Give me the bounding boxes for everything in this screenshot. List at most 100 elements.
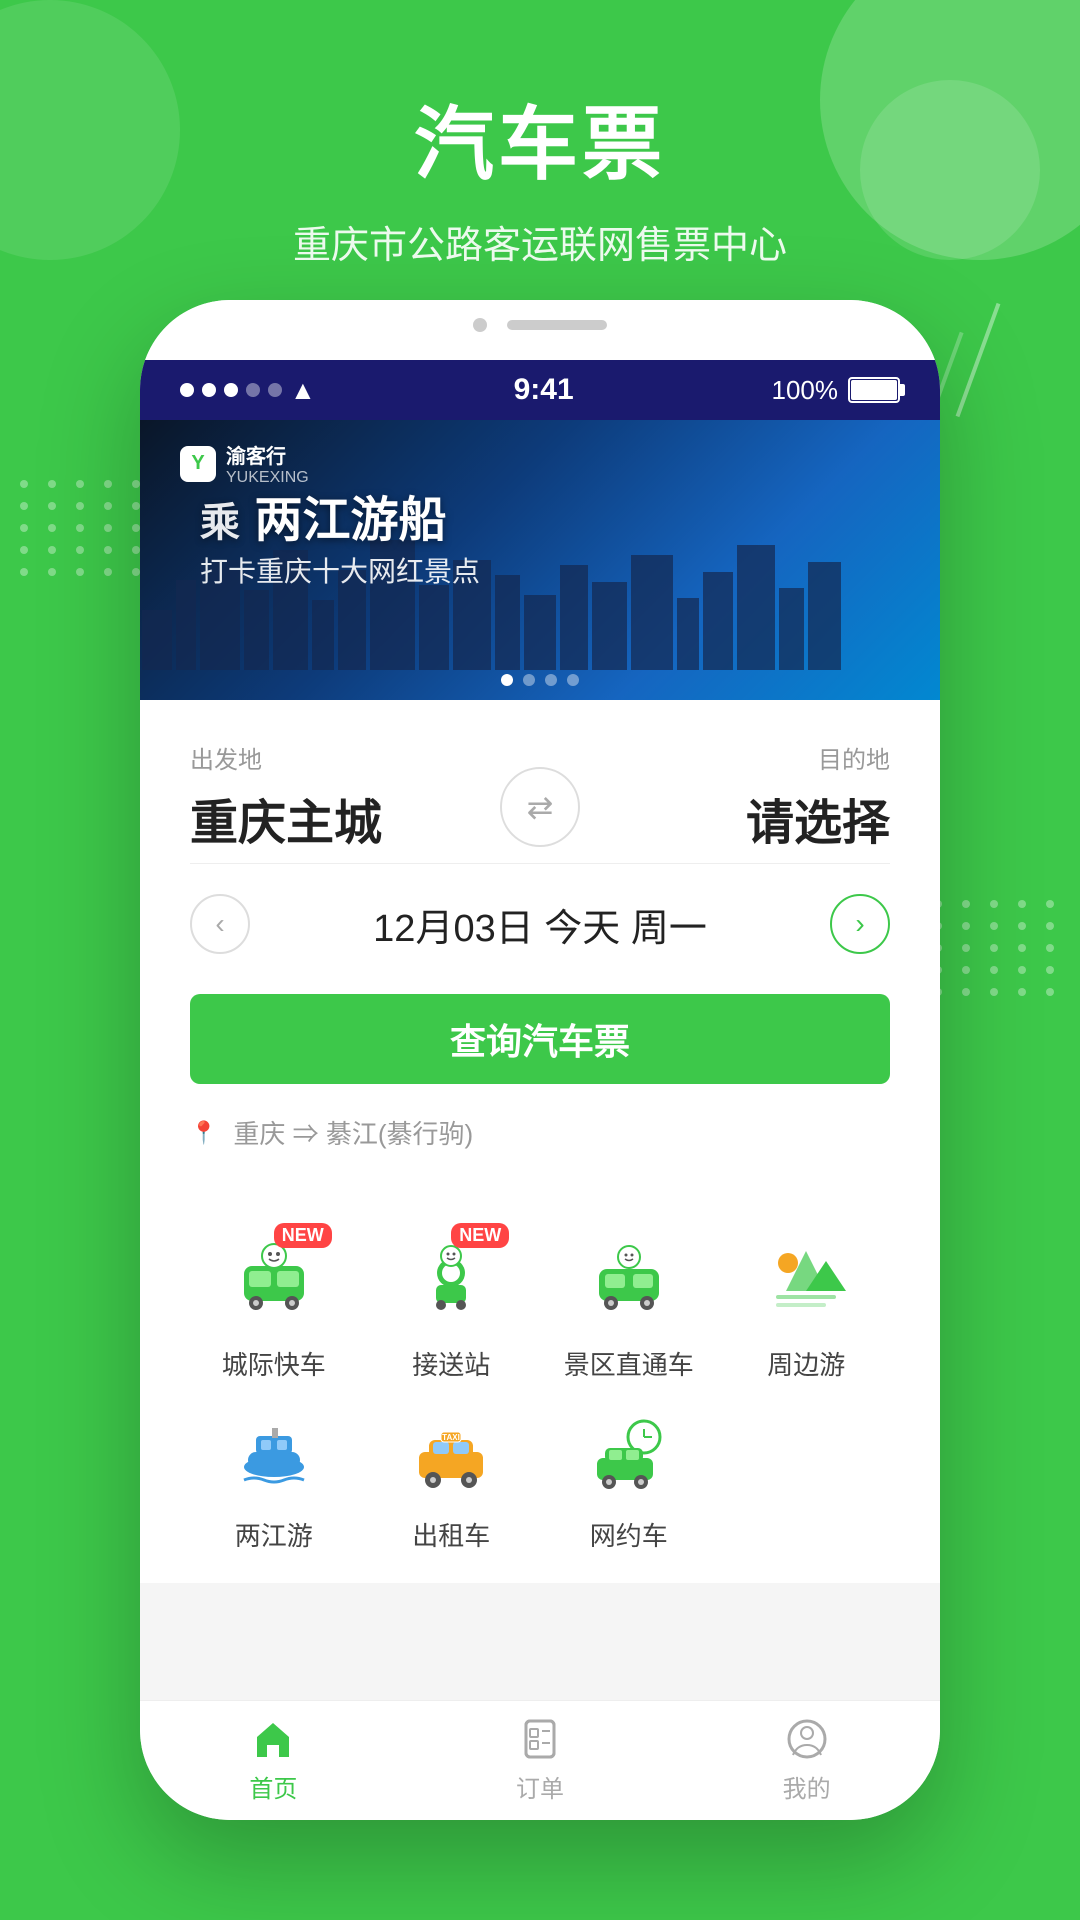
phone-notch	[140, 300, 940, 360]
scenic-icon-wrap	[579, 1231, 679, 1331]
recent-route-text: 重庆 ⇒ 綦江(綦行驹)	[233, 1114, 473, 1151]
battery-percent: 100%	[772, 375, 839, 406]
empty-slot	[723, 1402, 891, 1553]
to-city: 请选择	[600, 783, 890, 853]
header: 汽车票 重庆市公路客运联网售票中心	[0, 80, 1080, 269]
banner-title: 乘 乘 两江游船 两江游船	[200, 480, 446, 550]
wifi-icon: ▲	[290, 375, 316, 406]
route-selector: 出发地 重庆主城 ⇄ 目的地 请选择	[190, 740, 890, 853]
intercity-label: 城际快车	[222, 1345, 326, 1382]
battery-icon	[848, 377, 900, 403]
service-boat[interactable]: 两江游	[190, 1402, 358, 1553]
tour-icon-wrap	[756, 1231, 856, 1331]
boat-icon-wrap	[224, 1402, 324, 1502]
next-date-button[interactable]: ›	[830, 894, 890, 954]
from-section[interactable]: 出发地 重庆主城	[190, 740, 480, 853]
intercity-icon-wrap: NEW	[224, 1231, 324, 1331]
tab-profile[interactable]: 我的	[783, 1717, 831, 1804]
pickup-icon-wrap: NEW	[401, 1231, 501, 1331]
signal-dot-1	[180, 383, 194, 397]
battery-fill	[851, 380, 897, 400]
dot-grid-left	[20, 480, 146, 576]
speaker-bar	[507, 320, 607, 330]
to-label: 目的地	[600, 740, 890, 775]
tab-home[interactable]: 首页	[249, 1717, 297, 1804]
booking-form: 出发地 重庆主城 ⇄ 目的地 请选择 ‹ 12月03日 今天 周一 ›	[140, 700, 940, 1201]
page-title: 汽车票	[0, 80, 1080, 196]
rideshare-icon	[589, 1412, 669, 1492]
prev-date-button[interactable]: ‹	[190, 894, 250, 954]
to-section[interactable]: 目的地 请选择	[600, 740, 890, 853]
logo-icon: Y	[180, 446, 216, 482]
banner-subtitle: 打卡重庆十大网红景点	[200, 550, 480, 590]
dot-grid-right	[934, 900, 1060, 996]
recent-route[interactable]: 📍 重庆 ⇒ 綦江(綦行驹)	[190, 1104, 890, 1161]
tab-profile-label: 我的	[783, 1769, 831, 1804]
banner-dot-2	[523, 674, 535, 686]
svg-text:TAXI: TAXI	[442, 1433, 460, 1442]
boat-icon	[234, 1412, 314, 1492]
phone-frame: ▲ 9:41 100%	[140, 300, 940, 1820]
banner-dots	[501, 674, 579, 686]
status-time: 9:41	[514, 373, 574, 407]
camera-dot	[473, 318, 487, 332]
phone-camera-area	[473, 318, 607, 332]
signal-dot-5	[268, 383, 282, 397]
tour-label: 周边游	[767, 1345, 845, 1382]
status-bar: ▲ 9:41 100%	[140, 360, 940, 420]
scenic-bus-icon	[589, 1241, 669, 1321]
service-tour[interactable]: 周边游	[723, 1231, 891, 1382]
page-subtitle: 重庆市公路客运联网售票中心	[0, 214, 1080, 269]
taxi-icon: TAXI	[411, 1412, 491, 1492]
tab-orders[interactable]: 订单	[516, 1717, 564, 1804]
order-icon	[518, 1717, 562, 1761]
tab-orders-label: 订单	[516, 1769, 564, 1804]
scenic-label: 景区直通车	[564, 1345, 694, 1382]
promo-banner[interactable]: Y 渝客行 YUKEXING 乘 乘 两江游船 两江游船 打卡重庆十大网红景点	[140, 420, 940, 700]
signal-dot-2	[202, 383, 216, 397]
date-selector[interactable]: ‹ 12月03日 今天 周一 ›	[190, 874, 890, 974]
pickup-label: 接送站	[412, 1345, 490, 1382]
search-button[interactable]: 查询汽车票	[190, 994, 890, 1084]
tab-bar: 首页 订单 我的	[140, 1700, 940, 1820]
pickup-icon	[411, 1241, 491, 1321]
pin-icon: 📍	[190, 1120, 217, 1146]
banner-dot-4	[567, 674, 579, 686]
home-icon	[251, 1717, 295, 1761]
swap-button[interactable]: ⇄	[500, 767, 580, 847]
new-badge-2: NEW	[451, 1223, 509, 1248]
rideshare-icon-wrap	[579, 1402, 679, 1502]
from-label: 出发地	[190, 740, 480, 775]
intercity-bus-icon	[234, 1241, 314, 1321]
profile-icon	[785, 1717, 829, 1761]
signal-dot-3	[224, 383, 238, 397]
services-section: NEW	[140, 1201, 940, 1583]
service-rideshare[interactable]: 网约车	[545, 1402, 713, 1553]
service-grid-row2: 两江游	[190, 1382, 890, 1583]
phone-content[interactable]: Y 渝客行 YUKEXING 乘 乘 两江游船 两江游船 打卡重庆十大网红景点	[140, 420, 940, 1700]
signal-area: ▲	[180, 375, 316, 406]
rideshare-label: 网约车	[590, 1516, 668, 1553]
taxi-icon-wrap: TAXI	[401, 1402, 501, 1502]
selected-date: 12月03日 今天 周一	[373, 897, 707, 952]
service-intercity[interactable]: NEW	[190, 1231, 358, 1382]
taxi-label: 出租车	[412, 1516, 490, 1553]
banner-dot-1	[501, 674, 513, 686]
mountain-tour-icon	[766, 1241, 846, 1321]
service-taxi[interactable]: TAXI 出租车	[368, 1402, 536, 1553]
divider-1	[190, 863, 890, 864]
service-grid-row1: NEW	[190, 1231, 890, 1382]
chevron-left-icon: ‹	[215, 908, 224, 940]
boat-label: 两江游	[235, 1516, 313, 1553]
slash-decoration-1	[956, 303, 1001, 417]
banner-dot-3	[545, 674, 557, 686]
service-pickup[interactable]: NEW 接送站	[368, 1231, 536, 1382]
battery-tip	[900, 384, 905, 396]
battery-area: 100%	[772, 375, 901, 406]
tab-home-label: 首页	[249, 1769, 297, 1804]
new-badge: NEW	[274, 1223, 332, 1248]
chevron-right-icon: ›	[855, 908, 864, 940]
swap-icon: ⇄	[527, 788, 554, 826]
from-city: 重庆主城	[190, 783, 480, 853]
service-scenic[interactable]: 景区直通车	[545, 1231, 713, 1382]
